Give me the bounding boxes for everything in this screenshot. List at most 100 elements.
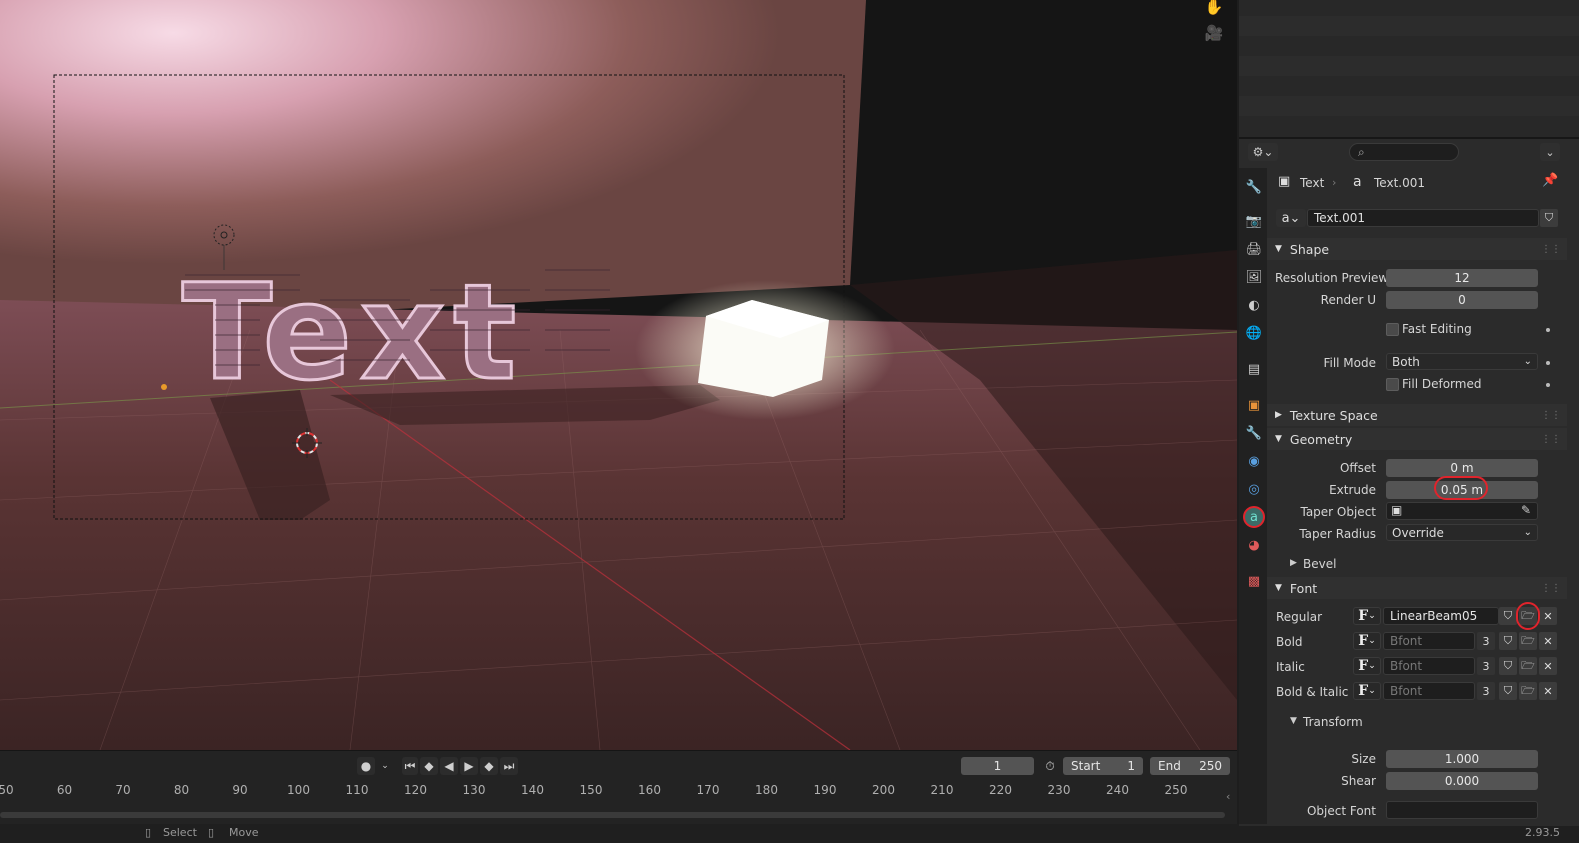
shape-panel-header[interactable]: ▼ Shape ⋮⋮ [1267, 238, 1567, 260]
collection-tab-icon[interactable]: ▤ [1243, 358, 1265, 380]
outliner[interactable] [1239, 0, 1579, 137]
font-regular-field[interactable]: LinearBeam05 [1383, 607, 1499, 625]
offset-field[interactable]: 0 m [1386, 459, 1538, 477]
ruler-tick-label: 110 [345, 783, 369, 797]
chevron-down-icon: ⌄ [1523, 527, 1532, 538]
render-tab-icon[interactable]: 📷 [1243, 210, 1265, 232]
datablock-name-field[interactable]: Text.001 [1307, 209, 1539, 227]
ruler-tick-label: 80 [173, 783, 190, 797]
taper-radius-dropdown[interactable]: Override ⌄ [1386, 524, 1538, 541]
fake-user-icon[interactable]: ⛉ [1499, 607, 1517, 625]
texture-tab-icon[interactable]: ▩ [1243, 570, 1265, 592]
play-icon[interactable]: ▶ [460, 757, 478, 775]
3d-viewport[interactable]: Text ✋ 🎥 [0, 0, 1237, 750]
datablock-browse-icon[interactable]: a⌄ [1276, 209, 1306, 227]
material-tab-icon[interactable]: ◕ [1243, 534, 1265, 556]
chevron-down-icon[interactable]: ▼ [1290, 716, 1297, 726]
ruler-tick-label: 150 [579, 783, 603, 797]
object-tab-icon[interactable]: ▣ [1243, 394, 1265, 416]
animate-dot-icon[interactable] [1546, 383, 1550, 387]
fake-user-icon[interactable]: ⛉ [1499, 682, 1517, 700]
shear-field[interactable]: 0.000 [1386, 772, 1538, 790]
chevron-left-icon[interactable]: ‹ [1226, 790, 1230, 803]
search-input[interactable]: ⌕ [1349, 143, 1459, 161]
jump-end-icon[interactable]: ⏭ [500, 757, 518, 775]
font-browse-icon[interactable]: F ⌄ [1353, 682, 1381, 700]
drag-handle-icon[interactable]: ⋮⋮ [1541, 410, 1561, 421]
fast-editing-checkbox[interactable] [1386, 323, 1399, 336]
drag-handle-icon[interactable]: ⋮⋮ [1541, 583, 1561, 594]
output-tab-icon[interactable]: 🖨 [1243, 238, 1265, 260]
unlink-x-icon[interactable]: ✕ [1539, 657, 1557, 675]
render-u-label: Render U [1320, 293, 1376, 307]
user-count[interactable]: 3 [1477, 657, 1495, 675]
font-browse-icon[interactable]: F ⌄ [1353, 657, 1381, 675]
fill-mode-dropdown[interactable]: Both ⌄ [1386, 353, 1538, 370]
next-keyframe-icon[interactable]: ◆ [480, 757, 498, 775]
unlink-x-icon[interactable]: ✕ [1539, 632, 1557, 650]
font-browse-icon[interactable]: F ⌄ [1353, 632, 1381, 650]
end-frame-field[interactable]: End 250 [1150, 757, 1230, 775]
unlink-x-icon[interactable]: ✕ [1539, 607, 1557, 625]
font-bold-field[interactable]: Bfont [1383, 632, 1475, 650]
object-font-field[interactable] [1386, 801, 1538, 819]
transform-subpanel[interactable]: Transform [1303, 715, 1363, 729]
physics-tab-icon[interactable]: ◎ [1243, 478, 1265, 500]
shape-title: Shape [1289, 241, 1330, 257]
object-font-label: Object Font [1306, 804, 1376, 818]
jump-start-icon[interactable]: ⏮ [402, 757, 418, 775]
open-folder-icon[interactable]: 🗁 [1519, 682, 1537, 700]
chevron-down-icon: ▼ [1275, 244, 1282, 254]
options-dropdown[interactable]: ⌄ [1540, 143, 1560, 161]
camera-icon[interactable]: 🎥 [1201, 20, 1227, 46]
geometry-panel-header[interactable]: ▼ Geometry ⋮⋮ [1267, 428, 1567, 450]
fake-user-icon[interactable]: ⛉ [1540, 209, 1558, 227]
particles-tab-icon[interactable]: ◉ [1243, 450, 1265, 472]
texture-space-panel-header[interactable]: ▶ Texture Space ⋮⋮ [1267, 404, 1567, 426]
drag-handle-icon[interactable]: ⋮⋮ [1541, 244, 1561, 255]
size-field[interactable]: 1.000 [1386, 750, 1538, 768]
animate-dot-icon[interactable] [1546, 361, 1550, 365]
font-italic-field[interactable]: Bfont [1383, 657, 1475, 675]
font-bold-italic-field[interactable]: Bfont [1383, 682, 1475, 700]
render-u-field[interactable]: 0 [1386, 291, 1538, 309]
user-count[interactable]: 3 [1477, 632, 1495, 650]
end-label: End [1158, 759, 1181, 773]
timeline-scrollbar[interactable] [0, 812, 1225, 818]
tool-tab-icon[interactable]: 🔧 [1243, 176, 1265, 198]
fake-user-icon[interactable]: ⛉ [1499, 632, 1517, 650]
drag-handle-icon[interactable]: ⋮⋮ [1541, 434, 1561, 445]
start-frame-field[interactable]: Start 1 [1063, 757, 1143, 775]
bevel-subpanel[interactable]: Bevel [1303, 557, 1336, 571]
taper-object-field[interactable]: ▣ ✎ [1386, 502, 1538, 520]
chevron-right-icon[interactable]: ▶ [1290, 558, 1297, 568]
unlink-x-icon[interactable]: ✕ [1539, 682, 1557, 700]
keyframe-record-icon[interactable]: ● [357, 757, 375, 775]
resolution-preview-field[interactable]: 12 [1386, 269, 1538, 287]
font-panel-header[interactable]: ▼ Font ⋮⋮ [1267, 577, 1567, 599]
fake-user-icon[interactable]: ⛉ [1499, 657, 1517, 675]
user-count[interactable]: 3 [1477, 682, 1495, 700]
data-tab-icon[interactable]: a [1243, 506, 1265, 528]
chevron-down-icon[interactable]: ⌄ [377, 757, 393, 775]
fill-deformed-checkbox[interactable] [1386, 378, 1399, 391]
pin-icon[interactable]: 📌 [1542, 173, 1558, 188]
font-browse-icon[interactable]: F ⌄ [1353, 607, 1381, 625]
ruler-tick-label: 230 [1047, 783, 1071, 797]
view-layer-tab-icon[interactable]: 🖼 [1243, 266, 1265, 288]
open-folder-icon[interactable]: 🗁 [1519, 657, 1537, 675]
animate-dot-icon[interactable] [1546, 328, 1550, 332]
font-title: Font [1289, 580, 1318, 596]
current-frame-field[interactable]: 1 [961, 757, 1034, 775]
open-folder-icon[interactable]: 🗁 [1519, 632, 1537, 650]
editor-type-dropdown[interactable]: ⚙⌄ [1248, 143, 1278, 161]
play-reverse-icon[interactable]: ◀ [440, 757, 458, 775]
object-icon: ▣ [1278, 174, 1291, 189]
scene-tab-icon[interactable]: ◐ [1243, 294, 1265, 316]
font-bold-italic-label: Bold & Italic [1276, 685, 1349, 699]
world-tab-icon[interactable]: 🌐 [1243, 322, 1265, 344]
stopwatch-icon[interactable]: ⏱ [1040, 757, 1060, 775]
eyedropper-icon[interactable]: ✎ [1521, 503, 1531, 517]
prev-keyframe-icon[interactable]: ◆ [420, 757, 438, 775]
modifier-tab-icon[interactable]: 🔧 [1243, 422, 1265, 444]
